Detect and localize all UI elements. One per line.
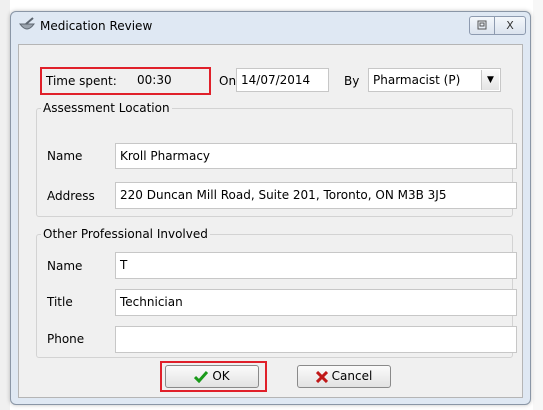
dialog-body: Time spent: 00:30 On 14/07/2014 By Pharm…: [18, 44, 523, 398]
other-name-input[interactable]: T: [115, 252, 517, 279]
checkmark-icon: [194, 370, 209, 383]
by-dropdown-value: Pharmacist (P): [373, 73, 461, 87]
close-icon: X: [506, 19, 514, 32]
assessment-address-input[interactable]: 220 Duncan Mill Road, Suite 201, Toronto…: [115, 182, 517, 209]
other-phone-input[interactable]: [115, 326, 517, 353]
other-professional-title: Other Professional Involved: [41, 227, 210, 241]
by-dropdown[interactable]: Pharmacist (P) ▼: [368, 68, 501, 92]
time-spent-input[interactable]: 00:30: [133, 69, 203, 93]
assessment-name-input[interactable]: Kroll Pharmacy: [115, 143, 517, 169]
restore-button[interactable]: [469, 16, 495, 35]
close-button[interactable]: X: [494, 16, 526, 35]
mortar-pestle-icon: [19, 17, 35, 30]
medication-review-dialog: Medication Review X Time spent: 00:30 On…: [10, 11, 531, 405]
cancel-button-label: Cancel: [331, 369, 373, 383]
ok-button-label: OK: [212, 369, 230, 383]
cancel-x-icon: [315, 370, 328, 383]
other-phone-label: Phone: [47, 332, 85, 346]
desktop-background-left: [0, 0, 10, 410]
other-title-label: Title: [47, 295, 73, 309]
window-title: Medication Review: [40, 19, 153, 33]
by-label: By: [344, 74, 360, 88]
assessment-address-label: Address: [47, 189, 95, 203]
assessment-location-title: Assessment Location: [41, 101, 172, 115]
ok-button[interactable]: OK: [165, 365, 259, 388]
other-name-label: Name: [47, 259, 83, 273]
restore-icon: [477, 20, 487, 30]
desktop-background-right: [533, 0, 543, 410]
chevron-down-icon[interactable]: ▼: [481, 70, 499, 90]
assessment-name-label: Name: [47, 149, 83, 163]
time-spent-label: Time spent:: [46, 74, 117, 88]
cancel-button[interactable]: Cancel: [297, 365, 391, 388]
title-bar[interactable]: Medication Review X: [11, 12, 530, 40]
on-label: On: [219, 74, 237, 88]
other-title-input[interactable]: Technician: [115, 289, 517, 316]
date-input[interactable]: 14/07/2014: [236, 68, 329, 92]
